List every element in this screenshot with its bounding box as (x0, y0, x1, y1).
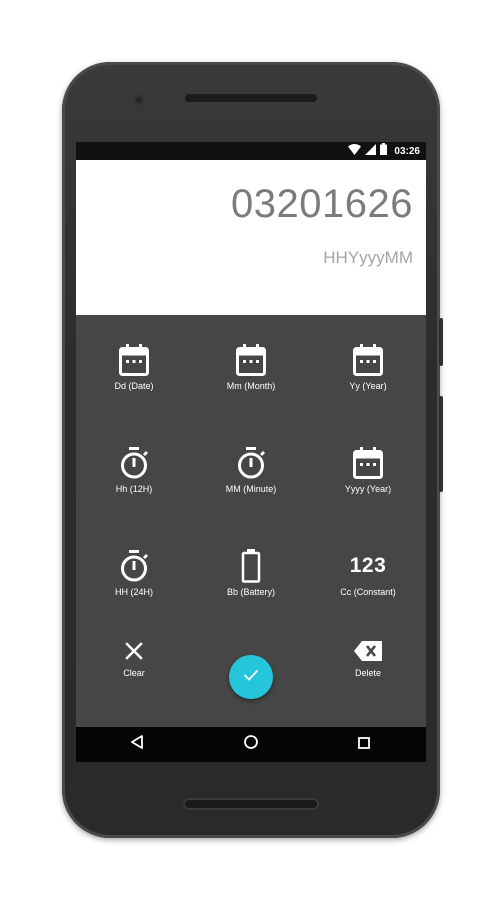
key-hour-12[interactable]: Hh (12H) (76, 418, 192, 518)
power-button (439, 318, 443, 366)
key-battery[interactable]: Bb (Battery) (193, 521, 309, 621)
constant-glyph: 123 (349, 554, 387, 577)
clear-label: Clear (123, 668, 145, 678)
key-minute[interactable]: MM (Minute) (193, 418, 309, 518)
stopwatch-icon (231, 446, 271, 480)
bottom-speaker (183, 798, 319, 810)
battery-status-icon (380, 142, 388, 160)
back-button[interactable] (107, 727, 167, 762)
delete-button[interactable]: Delete (310, 624, 426, 724)
delete-label: Delete (354, 668, 381, 678)
status-bar: 03:26 (76, 142, 426, 160)
key-label: MM (Minute) (225, 484, 277, 494)
battery-icon (231, 549, 271, 583)
volume-button (439, 396, 443, 492)
confirm-button[interactable] (229, 655, 273, 699)
key-date[interactable]: Dd (Date) (76, 315, 192, 415)
calendar-icon (348, 343, 388, 377)
home-button[interactable] (221, 727, 281, 762)
stopwatch-icon (114, 446, 154, 480)
screen: 03:26 03201626 HHYyyyMM Dd (Date) Mm (Mo… (76, 142, 426, 762)
recents-button[interactable] (334, 727, 394, 762)
key-year-long[interactable]: Yyyy (Year) (310, 418, 426, 518)
back-icon (130, 735, 144, 754)
calendar-icon (231, 343, 271, 377)
front-camera (134, 95, 144, 105)
clear-button[interactable]: Clear (76, 624, 192, 724)
check-icon (243, 668, 259, 686)
cell-signal-icon (365, 142, 377, 160)
calendar-icon (114, 343, 154, 377)
phone-frame: 03:26 03201626 HHYyyyMM Dd (Date) Mm (Mo… (62, 62, 443, 838)
key-year-short[interactable]: Yy (Year) (310, 315, 426, 415)
key-label: Hh (12H) (115, 484, 153, 494)
key-label: HH (24H) (114, 587, 153, 597)
top-speaker (183, 92, 319, 104)
calendar-icon (348, 446, 388, 480)
key-hour-24[interactable]: HH (24H) (76, 521, 192, 621)
status-time: 03:26 (394, 145, 420, 157)
wifi-icon (348, 142, 362, 160)
backspace-icon (348, 638, 388, 664)
value-display: 03201626 HHYyyyMM (76, 160, 426, 315)
display-value: 03201626 (231, 182, 413, 226)
display-format: HHYyyyMM (323, 248, 413, 267)
numeric-icon: 123 (348, 549, 388, 583)
key-month[interactable]: Mm (Month) (193, 315, 309, 415)
key-label: Cc (Constant) (340, 587, 396, 597)
key-label: Dd (Date) (114, 381, 154, 391)
key-label: Yyyy (Year) (344, 484, 392, 494)
key-label: Mm (Month) (226, 381, 276, 391)
stopwatch-icon (114, 549, 154, 583)
close-icon (114, 638, 154, 664)
key-constant[interactable]: 123 Cc (Constant) (310, 521, 426, 621)
key-label: Bb (Battery) (226, 587, 275, 597)
recents-icon (358, 736, 370, 754)
home-icon (244, 735, 258, 754)
key-label: Yy (Year) (349, 381, 387, 391)
keypad: Dd (Date) Mm (Month) Yy (Year) Hh (12H) (76, 315, 426, 727)
navigation-bar (76, 727, 426, 762)
